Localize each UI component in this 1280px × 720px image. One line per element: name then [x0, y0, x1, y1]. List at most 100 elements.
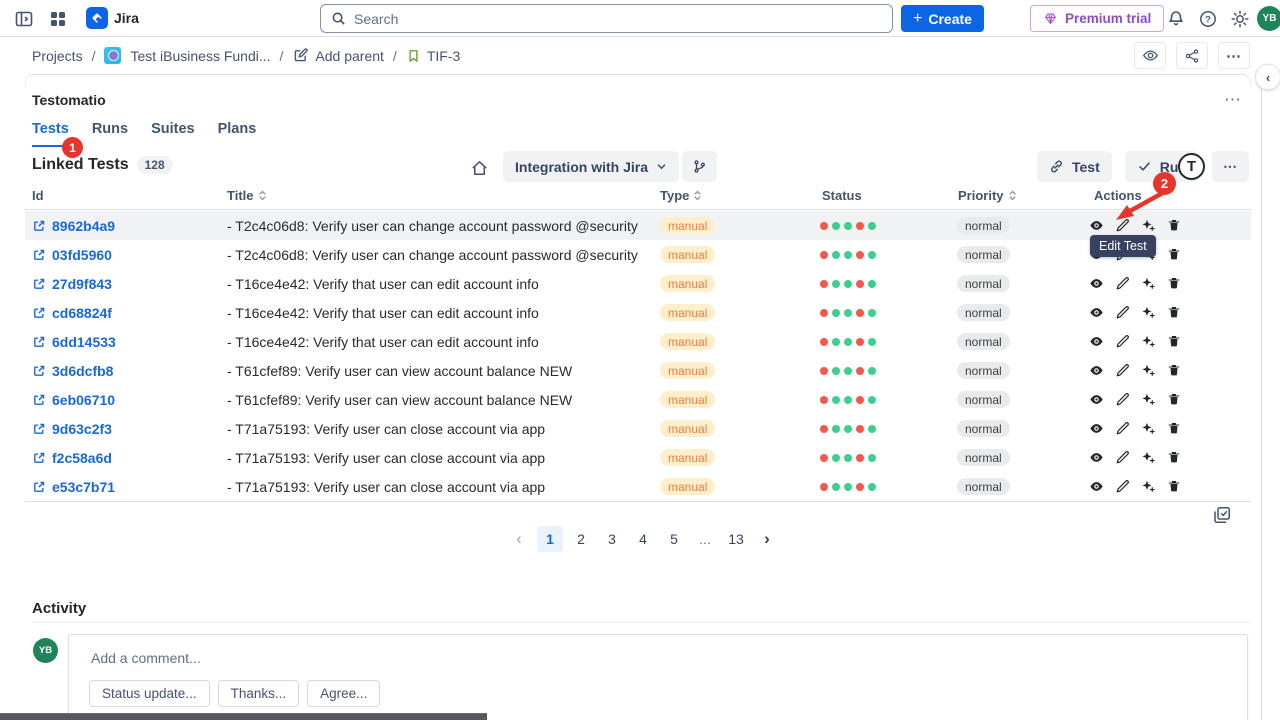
status-dot-red	[856, 396, 864, 404]
linked-tests-label: Linked Tests	[32, 156, 129, 174]
delete-test-trash-icon[interactable]	[1167, 276, 1182, 291]
comment-box[interactable]: Add a comment... Status update... Thanks.…	[68, 634, 1248, 720]
delete-test-trash-icon[interactable]	[1167, 305, 1182, 320]
notifications-bell-icon[interactable]	[1166, 9, 1186, 29]
view-test-eye-icon[interactable]	[1089, 450, 1104, 465]
top-navigation-bar: Jira + Create Premium trial ? YB	[0, 0, 1280, 37]
bottom-scrollbar[interactable]	[0, 713, 487, 720]
quick-reply-button[interactable]: Status update...	[89, 680, 210, 707]
link-test-button[interactable]: Test	[1037, 151, 1112, 182]
collapse-panel-chevron-icon[interactable]: ‹	[1255, 64, 1280, 90]
delete-test-trash-icon[interactable]	[1167, 392, 1182, 407]
test-id-link[interactable]: 3d6dcfb8	[52, 363, 113, 379]
settings-gear-icon[interactable]	[1230, 9, 1250, 29]
ai-sparkles-icon[interactable]	[1141, 276, 1156, 291]
breadcrumb-project[interactable]: Test iBusiness Fundi...	[130, 48, 270, 64]
tab-suites[interactable]: Suites	[151, 121, 195, 147]
ai-sparkles-icon[interactable]	[1141, 363, 1156, 378]
search-input[interactable]	[354, 11, 882, 27]
delete-test-trash-icon[interactable]	[1167, 479, 1182, 494]
tab-plans[interactable]: Plans	[218, 121, 257, 147]
edit-test-pencil-icon[interactable]	[1115, 479, 1130, 494]
column-header-priority[interactable]: Priority	[958, 188, 1017, 203]
branch-selector-button[interactable]: Integration with Jira	[503, 151, 679, 182]
home-icon[interactable]	[470, 159, 489, 178]
ai-sparkles-icon[interactable]	[1141, 334, 1156, 349]
toolbar-more-button[interactable]: ⋯	[1212, 151, 1249, 182]
view-test-eye-icon[interactable]	[1089, 305, 1104, 320]
page-button-3[interactable]: 3	[599, 526, 625, 552]
status-dot-green	[832, 338, 840, 346]
ai-sparkles-icon[interactable]	[1141, 479, 1156, 494]
view-test-eye-icon[interactable]	[1089, 479, 1104, 494]
page-button-4[interactable]: 4	[630, 526, 656, 552]
test-id-link[interactable]: 6dd14533	[52, 334, 116, 350]
edit-test-pencil-icon[interactable]	[1115, 305, 1130, 320]
view-test-eye-icon[interactable]	[1089, 421, 1104, 436]
view-test-eye-icon[interactable]	[1089, 218, 1104, 233]
page-button-13[interactable]: 13	[723, 526, 749, 552]
git-branch-button[interactable]	[682, 151, 717, 182]
breadcrumb-issue[interactable]: TIF-3	[406, 48, 460, 64]
more-actions-icon[interactable]: ⋯	[1218, 42, 1250, 69]
view-test-eye-icon[interactable]	[1089, 392, 1104, 407]
multi-select-icon[interactable]	[1212, 505, 1232, 525]
view-test-eye-icon[interactable]	[1089, 363, 1104, 378]
test-id-link[interactable]: f2c58a6d	[52, 450, 112, 466]
test-id-link[interactable]: cd68824f	[52, 305, 112, 321]
quick-reply-button[interactable]: Agree...	[307, 680, 380, 707]
test-id-link[interactable]: 27d9f843	[52, 276, 112, 292]
edit-test-pencil-icon[interactable]	[1115, 450, 1130, 465]
jira-logo[interactable]	[86, 7, 108, 29]
user-avatar[interactable]: YB	[1257, 6, 1280, 31]
watch-eye-icon[interactable]	[1134, 42, 1166, 69]
premium-trial-button[interactable]: Premium trial	[1030, 5, 1164, 32]
status-dot-red	[820, 454, 828, 462]
type-badge: manual	[660, 391, 715, 408]
tab-runs[interactable]: Runs	[92, 121, 128, 147]
delete-test-trash-icon[interactable]	[1167, 450, 1182, 465]
breadcrumb-projects[interactable]: Projects	[32, 48, 83, 64]
edit-test-pencil-icon[interactable]	[1115, 276, 1130, 291]
quick-reply-button[interactable]: Thanks...	[218, 680, 300, 707]
add-parent-button[interactable]: Add parent	[292, 47, 384, 64]
page-button-5[interactable]: 5	[661, 526, 687, 552]
delete-test-trash-icon[interactable]	[1167, 421, 1182, 436]
view-test-eye-icon[interactable]	[1089, 276, 1104, 291]
test-id-link[interactable]: 6eb06710	[52, 392, 115, 408]
ai-sparkles-icon[interactable]	[1141, 450, 1156, 465]
column-header-type[interactable]: Type	[660, 188, 702, 203]
edit-test-pencil-icon[interactable]	[1115, 334, 1130, 349]
delete-test-trash-icon[interactable]	[1167, 247, 1182, 262]
test-title: - T16ce4e42: Verify that user can edit a…	[227, 269, 539, 298]
page-button-2[interactable]: 2	[568, 526, 594, 552]
help-icon[interactable]: ?	[1198, 9, 1218, 29]
test-id-link[interactable]: e53c7b71	[52, 479, 115, 495]
priority-badge: normal	[957, 304, 1010, 321]
page-button-1[interactable]: 1	[537, 526, 563, 552]
comment-input-placeholder[interactable]: Add a comment...	[91, 650, 201, 666]
edit-test-pencil-icon[interactable]	[1115, 392, 1130, 407]
panel-more-icon[interactable]: ⋯	[1224, 90, 1242, 110]
delete-test-trash-icon[interactable]	[1167, 334, 1182, 349]
ai-sparkles-icon[interactable]	[1141, 305, 1156, 320]
share-icon[interactable]	[1176, 42, 1208, 69]
test-id-link[interactable]: 03fd5960	[52, 247, 112, 263]
ai-sparkles-icon[interactable]	[1141, 392, 1156, 407]
status-dots	[820, 414, 876, 443]
edit-test-pencil-icon[interactable]	[1115, 363, 1130, 378]
column-header-title[interactable]: Title	[227, 188, 267, 203]
test-id-link[interactable]: 8962b4a9	[52, 218, 115, 234]
create-button[interactable]: + Create	[901, 5, 984, 32]
test-id-link[interactable]: 9d63c2f3	[52, 421, 112, 437]
edit-test-pencil-icon[interactable]	[1115, 421, 1130, 436]
global-search[interactable]	[320, 4, 893, 33]
sidebar-toggle-icon[interactable]	[14, 9, 34, 29]
app-switcher-icon[interactable]	[48, 9, 68, 29]
ai-sparkles-icon[interactable]	[1141, 421, 1156, 436]
next-page-icon[interactable]: ›	[754, 526, 780, 552]
quick-replies: Status update... Thanks... Agree...	[89, 680, 380, 707]
view-test-eye-icon[interactable]	[1089, 334, 1104, 349]
previous-page-icon[interactable]: ‹	[506, 526, 532, 552]
delete-test-trash-icon[interactable]	[1167, 363, 1182, 378]
